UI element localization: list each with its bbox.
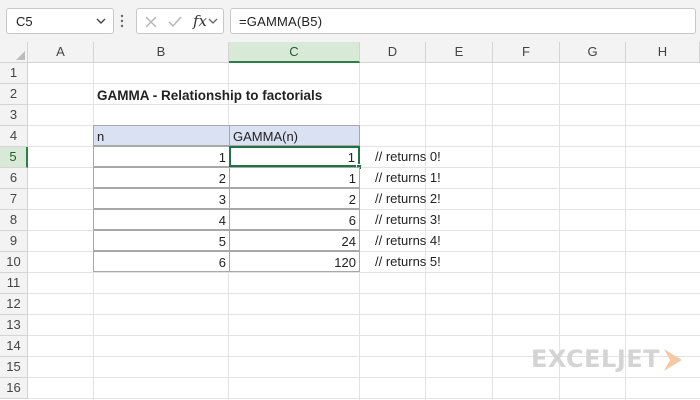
cell-n[interactable]: 6 — [93, 251, 230, 272]
gridline — [28, 377, 700, 378]
gridline — [28, 272, 700, 273]
column-header-e[interactable]: E — [426, 42, 493, 63]
row-header-13[interactable]: 13 — [0, 315, 28, 336]
gridline — [28, 83, 700, 84]
row-header-2[interactable]: 2 — [0, 84, 28, 105]
column-header-f[interactable]: F — [493, 42, 560, 63]
gridline — [28, 314, 700, 315]
cancel-icon[interactable] — [143, 14, 159, 30]
select-all-icon — [16, 51, 25, 60]
row-header-8[interactable]: 8 — [0, 210, 28, 231]
row-header-5[interactable]: 5 — [0, 147, 28, 168]
cell-n[interactable]: 5 — [93, 230, 230, 251]
row-header-9[interactable]: 9 — [0, 231, 28, 252]
formula-actions: fx — [136, 8, 224, 34]
cell-gamma[interactable]: 120 — [229, 251, 360, 272]
row-header-16[interactable]: 16 — [0, 378, 28, 399]
fx-chevron-icon[interactable] — [207, 15, 219, 27]
sheet-title[interactable]: GAMMA - Relationship to factorials — [94, 85, 394, 106]
column-header-g[interactable]: G — [560, 42, 626, 63]
cell-note[interactable]: // returns 4! — [372, 230, 444, 251]
row-header-4[interactable]: 4 — [0, 126, 28, 147]
row-header-12[interactable]: 12 — [0, 294, 28, 315]
row-header-15[interactable]: 15 — [0, 357, 28, 378]
gridline — [28, 335, 700, 336]
chevron-down-icon[interactable] — [95, 15, 107, 27]
cell-gamma[interactable]: 2 — [229, 188, 360, 209]
enter-check-icon[interactable] — [167, 14, 183, 30]
row-header-1[interactable]: 1 — [0, 63, 28, 84]
cell-n[interactable]: 1 — [93, 146, 230, 167]
more-options-icon[interactable] — [120, 14, 124, 28]
exceljet-logo: EXCELJET — [531, 345, 683, 375]
cell-n[interactable]: 3 — [93, 188, 230, 209]
column-header-d[interactable]: D — [360, 42, 426, 63]
row-header-11[interactable]: 11 — [0, 273, 28, 294]
row-header-14[interactable]: 14 — [0, 336, 28, 357]
insert-function-button[interactable]: fx — [193, 12, 207, 30]
name-box[interactable]: C5 — [6, 8, 114, 34]
cell-gamma[interactable]: 6 — [229, 209, 360, 230]
name-box-value: C5 — [16, 14, 33, 29]
cell-note[interactable]: // returns 3! — [372, 209, 444, 230]
cell-gamma[interactable]: 1 — [229, 167, 360, 188]
cell-note[interactable]: // returns 2! — [372, 188, 444, 209]
column-header-h[interactable]: H — [626, 42, 700, 63]
formula-input[interactable]: =GAMMA(B5) — [230, 8, 696, 34]
select-all-corner[interactable] — [0, 42, 28, 63]
active-cell-c5[interactable]: 1 — [229, 146, 360, 167]
row-header-6[interactable]: 6 — [0, 168, 28, 189]
column-header-b[interactable]: B — [94, 42, 229, 63]
column-header-a[interactable]: A — [28, 42, 94, 63]
cell-n[interactable]: 4 — [93, 209, 230, 230]
logo-arrow-icon — [664, 349, 682, 371]
row-header-3[interactable]: 3 — [0, 105, 28, 126]
table-header-gamma[interactable]: GAMMA(n) — [229, 125, 360, 146]
gridline — [28, 293, 700, 294]
column-header-c[interactable]: C — [229, 42, 360, 63]
formula-bar: C5 fx =GAMMA(B5) — [0, 0, 700, 42]
gridline — [492, 63, 493, 400]
cell-note[interactable]: // returns 1! — [372, 167, 444, 188]
row-header-10[interactable]: 10 — [0, 252, 28, 273]
table-header-n[interactable]: n — [93, 125, 230, 146]
cell-gamma[interactable]: 24 — [229, 230, 360, 251]
cell-note[interactable]: // returns 0! — [372, 146, 444, 167]
gridline — [28, 398, 700, 399]
formula-text: =GAMMA(B5) — [239, 14, 323, 29]
logo-text: EXCELJET — [531, 345, 661, 373]
cell-note[interactable]: // returns 5! — [372, 251, 444, 272]
cell-n[interactable]: 2 — [93, 167, 230, 188]
row-header-7[interactable]: 7 — [0, 189, 28, 210]
